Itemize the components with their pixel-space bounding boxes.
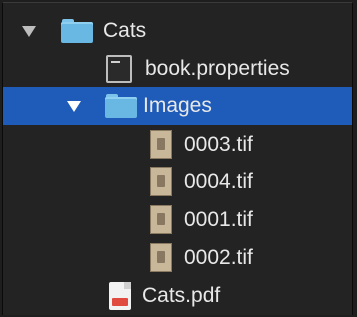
tree-row-label: Cats — [103, 19, 147, 42]
tree-row-image[interactable]: 0001.tif — [3, 201, 352, 239]
chevron-down-icon — [67, 100, 81, 112]
tree-row-cats-pdf[interactable]: Cats.pdf — [3, 277, 352, 315]
tif-thumbnail-icon — [150, 130, 172, 159]
folder-icon — [105, 94, 137, 118]
tree-row-image[interactable]: 0004.tif — [3, 163, 352, 201]
tif-thumbnail-icon — [150, 205, 172, 234]
tree-row-book-properties[interactable]: book.properties — [3, 50, 352, 88]
chevron-down-icon — [22, 25, 36, 37]
tree-row-label: book.properties — [145, 57, 290, 80]
disclosure-triangle-cats[interactable] — [22, 24, 36, 38]
disclosure-triangle-images[interactable] — [67, 99, 81, 113]
tree-row-label: Cats.pdf — [142, 284, 221, 307]
tree-row-images[interactable]: Images — [3, 87, 352, 125]
pdf-file-icon — [109, 282, 131, 310]
tree-row-label: Images — [143, 94, 212, 117]
folder-icon — [61, 19, 93, 43]
tif-thumbnail-icon — [150, 167, 172, 196]
tif-thumbnail-icon — [150, 243, 172, 272]
tree-row-image[interactable]: 0002.tif — [3, 239, 352, 277]
properties-file-icon — [106, 55, 132, 83]
tree-row-label: 0002.tif — [184, 246, 253, 269]
tree-row-label: 0004.tif — [184, 170, 253, 193]
tree-row-cats[interactable]: Cats — [3, 12, 352, 50]
tree-row-image[interactable]: 0003.tif — [3, 126, 352, 164]
tree-row-label: 0003.tif — [184, 133, 253, 156]
file-tree: Cats book.properties Images 0003.tif 000… — [2, 2, 353, 315]
tree-row-label: 0001.tif — [184, 208, 253, 231]
